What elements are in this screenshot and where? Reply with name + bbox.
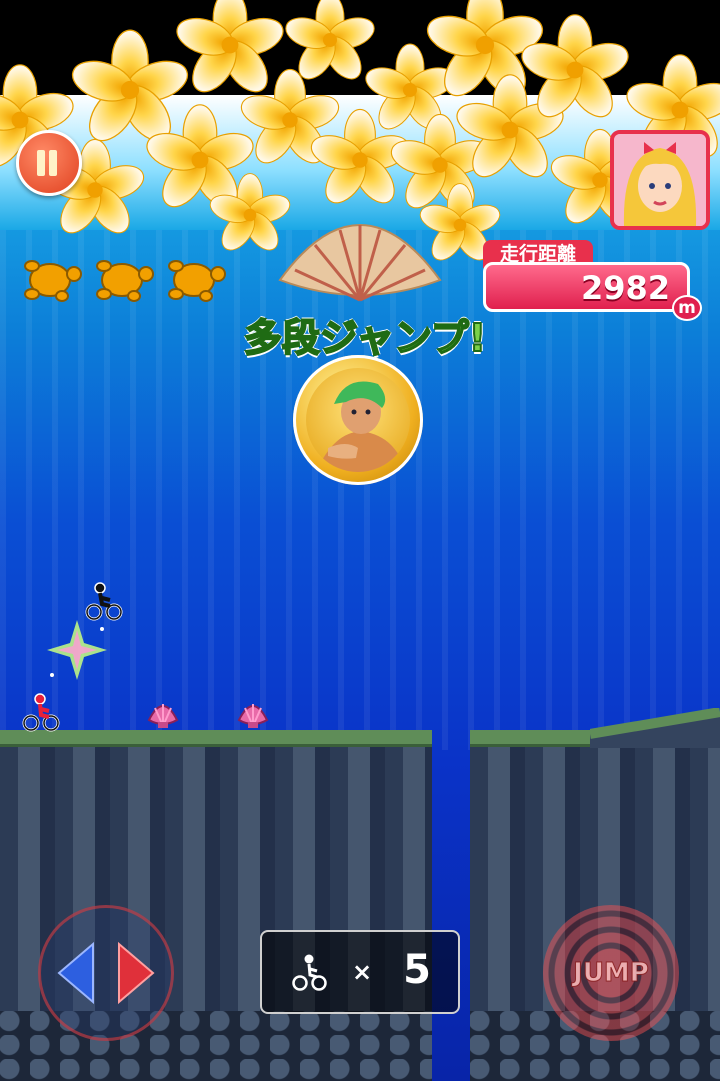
- pause-icon: [37, 150, 45, 176]
- turtle-icon: [168, 260, 226, 302]
- pause-icon-bar: [49, 150, 57, 176]
- player-cyclist: [22, 693, 60, 732]
- distance-unit: m: [672, 295, 702, 321]
- turtle-icon: [96, 260, 154, 302]
- medal-portrait: [306, 368, 410, 472]
- jump-button-label: JUMP: [573, 958, 650, 989]
- shell-icon: [237, 704, 269, 728]
- slope-grass: [590, 708, 720, 748]
- game-scene: 走行距離 2982 m 多段ジャンプ! JUMP × 5: [0, 0, 720, 1081]
- distance-value: 2982: [580, 269, 670, 307]
- turtle-icon: [24, 260, 82, 302]
- player-character-avatar[interactable]: [610, 130, 710, 230]
- counter-multiplier: ×: [352, 958, 373, 986]
- bonus-medal: [293, 355, 423, 485]
- pause-button[interactable]: [16, 130, 82, 196]
- left-arrow-icon: [57, 941, 94, 1005]
- lives-indicator: [18, 250, 238, 310]
- scallop-shell-decoration: [278, 224, 442, 302]
- shell-icon: [147, 704, 179, 728]
- counter-value: 5: [403, 947, 431, 993]
- avatar-portrait: [614, 134, 706, 226]
- sparkle-effect: [47, 620, 107, 680]
- direction-pad[interactable]: [38, 905, 174, 1041]
- platform-grass: [0, 730, 432, 747]
- right-arrow-icon: [118, 941, 155, 1005]
- cyclist-icon: [292, 954, 327, 991]
